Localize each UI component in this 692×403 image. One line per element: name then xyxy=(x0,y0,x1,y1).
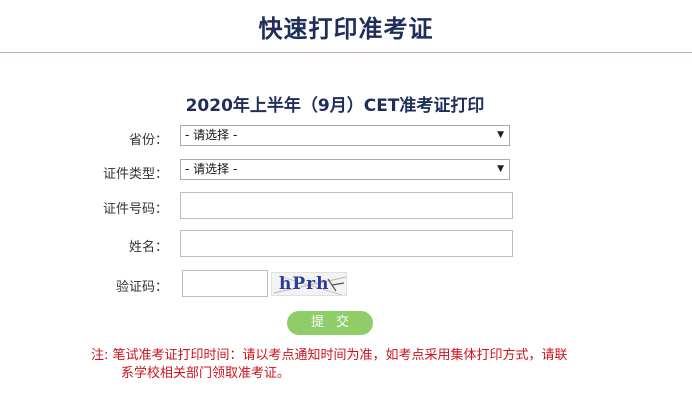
captcha-label: 验证码： xyxy=(115,280,168,295)
province-select[interactable]: - 请选择 - ▼ xyxy=(180,125,510,146)
page-title: 快速打印准考证 xyxy=(258,15,434,43)
form-title: 2020年上半年（9月）CET准考证打印 xyxy=(185,96,485,116)
note-line-1: 注: 笔试准考证打印时间：请以考点通知时间为准，如考点采用集体打印方式，请联 xyxy=(91,348,568,363)
id-type-select-value: - 请选择 - xyxy=(185,162,238,176)
province-label: 省份： xyxy=(128,133,168,148)
captcha-field[interactable] xyxy=(182,270,268,297)
chevron-down-icon: ▼ xyxy=(497,164,504,174)
id-type-label: 证件类型： xyxy=(102,167,168,182)
submit-button[interactable]: 提交 xyxy=(287,311,373,335)
chevron-down-icon: ▼ xyxy=(497,130,504,140)
name-field[interactable] xyxy=(180,230,513,257)
id-type-select[interactable]: - 请选择 - ▼ xyxy=(180,159,510,180)
id-number-label: 证件号码： xyxy=(102,202,168,217)
page-header: 快速打印准考证 xyxy=(0,0,692,53)
print-time-note: 注: 笔试准考证打印时间：请以考点通知时间为准，如考点采用集体打印方式，请联 系… xyxy=(91,347,631,383)
captcha-image[interactable]: hPrh xyxy=(271,272,347,296)
name-label: 姓名： xyxy=(128,240,168,255)
province-select-value: - 请选择 - xyxy=(185,128,238,142)
captcha-image-text: hPrh xyxy=(279,274,330,294)
id-number-field[interactable] xyxy=(180,192,513,219)
note-line-2: 系学校相关部门领取准考证。 xyxy=(121,366,291,381)
